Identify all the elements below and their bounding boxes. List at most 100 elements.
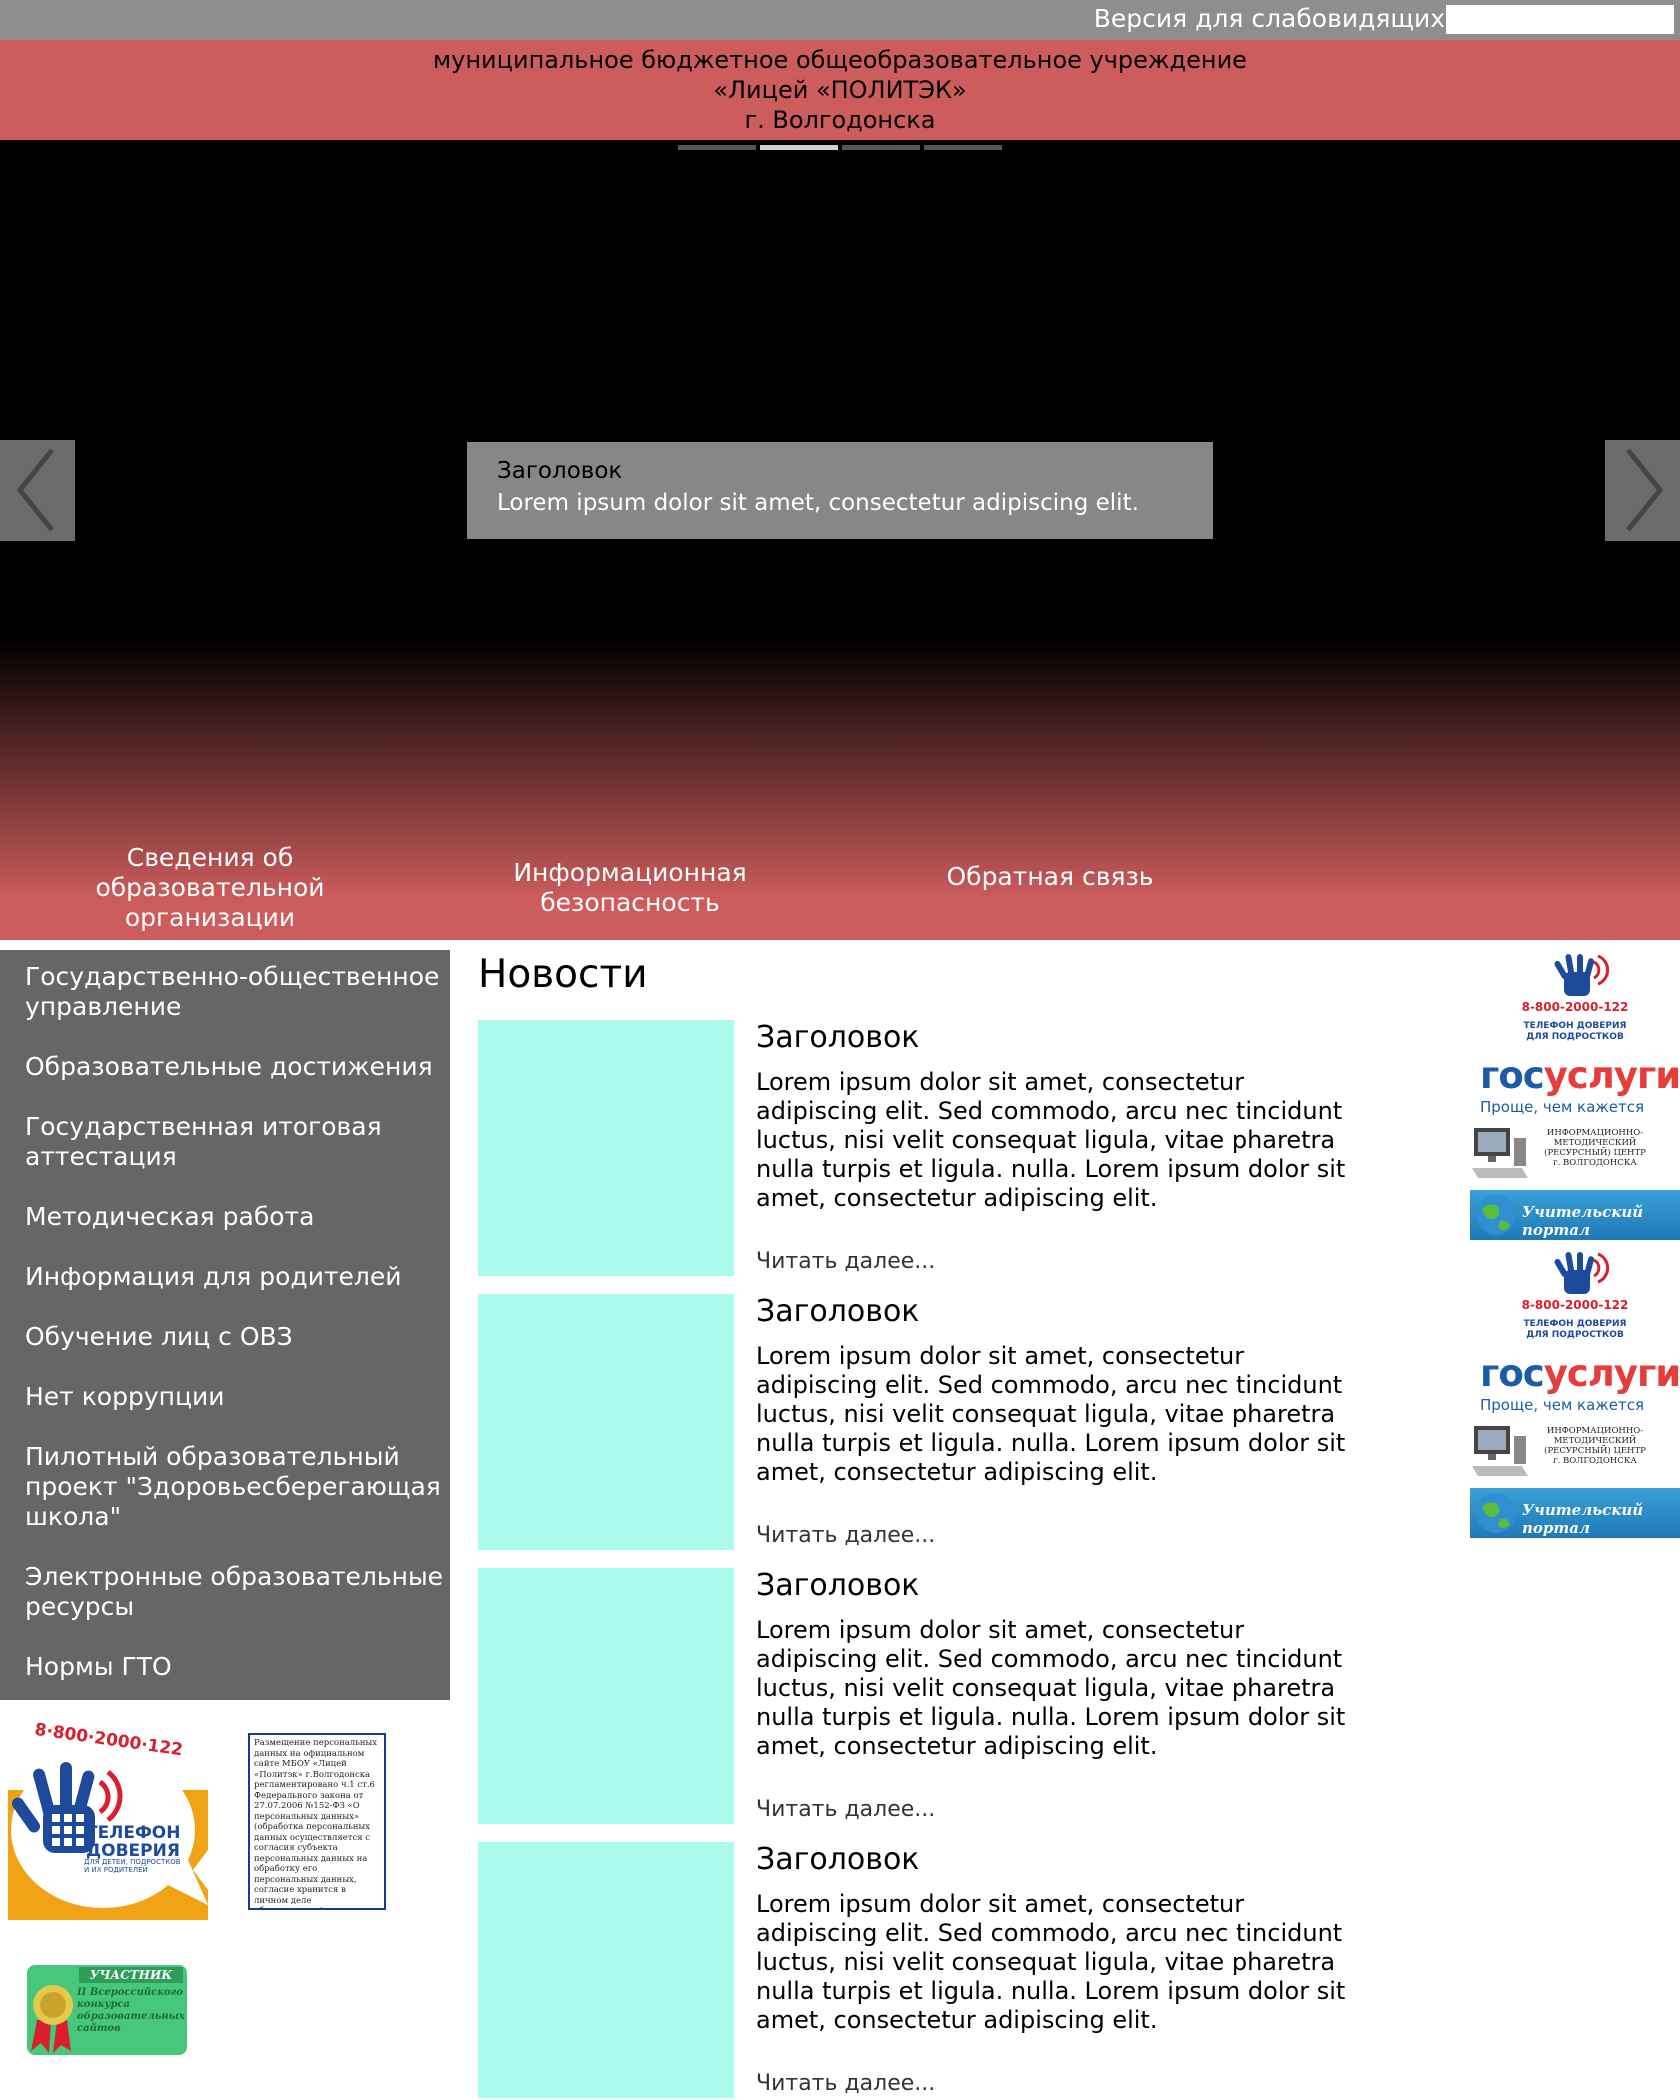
imc-line1: ИНФОРМАЦИОННО-МЕТОДИЧЕСКИЙ [1546,1426,1644,1446]
right-banner-group: 8-800-2000-122 ТЕЛЕФОН ДОВЕРИЯ ДЛЯ ПОДРО… [1470,948,1680,1240]
news-item: Заголовок Lorem ipsum dolor sit amet, co… [478,1568,1378,1824]
trust-small-line2: ДЛЯ ПОДРОСТКОВ [1526,1330,1624,1340]
sidebar-item-governance[interactable]: Государственно-общественное управление [0,962,450,1022]
slide-indicator[interactable] [924,145,1002,150]
imc-line3: г. ВОЛГОДОНСКА [1553,1456,1637,1466]
search-input[interactable] [1446,5,1674,34]
teacher-portal-label: Учительский портал [1522,1501,1644,1537]
globe-icon [1476,1195,1516,1235]
news-thumbnail[interactable] [478,1568,734,1824]
menu-item-feedback[interactable]: Обратная связь [930,862,1170,892]
menu-item-organization-info[interactable]: Сведения об образовательной организации [80,843,340,933]
trust-phone-small-banner[interactable]: 8-800-2000-122 ТЕЛЕФОН ДОВЕРИЯ ДЛЯ ПОДРО… [1470,948,1680,1048]
news-item-text: Lorem ipsum dolor sit amet, consectetur … [756,1616,1346,1760]
participant-text: II Всероссийского конкурса образовательн… [77,1987,185,2034]
imc-text: ИНФОРМАЦИОННО-МЕТОДИЧЕСКИЙ (РЕСУРСНЫЙ) Ц… [1510,1426,1680,1466]
gosuslugi-banner[interactable]: госуслуги Проще, чем кажется [1470,1346,1680,1418]
imc-line1: ИНФОРМАЦИОННО-МЕТОДИЧЕСКИЙ [1546,1128,1644,1148]
teacher-portal-banner[interactable]: Учительский портал [1470,1190,1680,1240]
slide-caption-title: Заголовок [497,458,623,484]
teacher-portal-banner[interactable]: Учительский портал [1470,1488,1680,1538]
trust-small-line1: ТЕЛЕФОН ДОВЕРИЯ [1524,1319,1627,1329]
sidebar-item-final-attestation[interactable]: Государственная итоговая аттестация [0,1112,450,1172]
news-heading: Новости [478,952,648,997]
slider-next-button[interactable] [1605,440,1680,541]
site-header: муниципальное бюджетное общеобразователь… [0,40,1680,140]
gosuslugi-logo: госуслуги [1480,1354,1680,1394]
gosuslugi-logo-part2: услуги [1543,1352,1680,1395]
news-item-title[interactable]: Заголовок [756,1294,919,1329]
trust-small-line2: ДЛЯ ПОДРОСТКОВ [1526,1032,1624,1042]
imc-banner[interactable]: ИНФОРМАЦИОННО-МЕТОДИЧЕСКИЙ (РЕСУРСНЫЙ) Ц… [1470,1418,1680,1488]
imc-line2: (РЕСУРСНЫЙ) ЦЕНТР [1544,1446,1646,1456]
school-city: г. Волгодонска [744,106,936,134]
participant-badge-icon: УЧАСТНИК II Всероссийского конкурса обра… [27,1965,187,2055]
sidebar-item-gto[interactable]: Нормы ГТО [0,1652,450,1682]
hand-phone-icon: 8-800-2000-122 ТЕЛЕФОН ДОВЕРИЯ ДЛЯ ПОДРО… [1522,954,1629,1042]
read-more-link[interactable]: Читать далее... [756,1523,935,1548]
chevron-right-icon [1626,448,1664,532]
news-item-title[interactable]: Заголовок [756,1842,919,1877]
slide-indicator[interactable] [678,145,756,150]
gosuslugi-logo: госуслуги [1480,1056,1680,1096]
hero-slider: Заголовок Lorem ipsum dolor sit amet, co… [0,140,1680,940]
news-item-text: Lorem ipsum dolor sit amet, consectetur … [756,1342,1346,1486]
sidebar-item-parents-info[interactable]: Информация для родителей [0,1262,450,1292]
sidebar-item-health-project[interactable]: Пилотный образовательный проект "Здоровь… [0,1442,450,1532]
news-item: Заголовок Lorem ipsum dolor sit amet, co… [478,1842,1378,2098]
gosuslugi-banner[interactable]: госуслуги Проще, чем кажется [1470,1048,1680,1120]
news-item: Заголовок Lorem ipsum dolor sit amet, co… [478,1294,1378,1550]
news-item-title[interactable]: Заголовок [756,1020,919,1055]
news-thumbnail[interactable] [478,1842,734,2098]
imc-line3: г. ВОЛГОДОНСКА [1553,1158,1637,1168]
trust-title-1: ТЕЛЕФОН [86,1823,180,1843]
news-item-text: Lorem ipsum dolor sit amet, consectetur … [756,1890,1346,2034]
trust-small-phone: 8-800-2000-122 [1522,1000,1629,1014]
hand-phone-icon: 8-800-2000-122 ТЕЛЕФОН ДОВЕРИЯ ДЛЯ ПОДРО… [1522,1252,1629,1340]
slider-indicators [678,145,1002,150]
trust-subtitle: ДЛЯ ДЕТЕЙ, ПОДРОСТКОВ И ИХ РОДИТЕЛЕЙ [84,1858,181,1874]
trust-small-phone: 8-800-2000-122 [1522,1298,1629,1312]
imc-text: ИНФОРМАЦИОННО-МЕТОДИЧЕСКИЙ (РЕСУРСНЫЙ) Ц… [1510,1128,1680,1168]
trust-phone-logo: 8·800·2000·122 ТЕЛЕФОН ДОВЕРИЯ ДЛЯ ДЕТЕЙ… [8,1720,208,1920]
news-thumbnail[interactable] [478,1020,734,1276]
participant-label: УЧАСТНИК [90,1968,174,1982]
chevron-left-icon [16,448,54,532]
slider-prev-button[interactable] [0,440,75,541]
globe-icon [1476,1493,1516,1533]
contest-participant-badge[interactable]: УЧАСТНИК II Всероссийского конкурса обра… [27,1965,187,2055]
slide-indicator[interactable] [842,145,920,150]
news-item-title[interactable]: Заголовок [756,1568,919,1603]
sidebar-item-special-needs[interactable]: Обучение лиц с ОВЗ [0,1322,450,1352]
imc-banner[interactable]: ИНФОРМАЦИОННО-МЕТОДИЧЕСКИЙ (РЕСУРСНЫЙ) Ц… [1470,1120,1680,1190]
trust-small-line1: ТЕЛЕФОН ДОВЕРИЯ [1524,1021,1627,1031]
gosuslugi-logo-part2: услуги [1543,1054,1680,1097]
sidebar-item-achievements[interactable]: Образовательные достижения [0,1052,450,1082]
slide-caption: Заголовок Lorem ipsum dolor sit amet, co… [467,442,1213,539]
news-item-text: Lorem ipsum dolor sit amet, consectetur … [756,1068,1346,1212]
news-item: Заголовок Lorem ipsum dolor sit amet, co… [478,1020,1378,1276]
read-more-link[interactable]: Читать далее... [756,1797,935,1822]
gosuslugi-logo-part1: гос [1480,1352,1545,1395]
trust-phone-small-banner[interactable]: 8-800-2000-122 ТЕЛЕФОН ДОВЕРИЯ ДЛЯ ПОДРО… [1470,1246,1680,1346]
slide-indicator-active[interactable] [760,145,838,150]
gosuslugi-logo-part1: гос [1480,1054,1545,1097]
right-banner-group: 8-800-2000-122 ТЕЛЕФОН ДОВЕРИЯ ДЛЯ ПОДРО… [1470,1246,1680,1538]
news-thumbnail[interactable] [478,1294,734,1550]
menu-item-info-security[interactable]: Информационная безопасность [490,858,770,918]
school-name: «Лицей «ПОЛИТЭК» [713,76,967,104]
visually-impaired-link[interactable]: Версия для слабовидящих [1094,4,1445,33]
sidebar-item-methodical-work[interactable]: Методическая работа [0,1202,450,1232]
gosuslugi-tagline: Проще, чем кажется [1480,1098,1645,1116]
imc-line2: (РЕСУРСНЫЙ) ЦЕНТР [1544,1148,1646,1158]
school-type: муниципальное бюджетное общеобразователь… [433,46,1247,74]
teacher-portal-label: Учительский портал [1522,1203,1644,1239]
sidebar-item-e-resources[interactable]: Электронные образовательные ресурсы [0,1562,450,1622]
personal-data-notice[interactable]: Размещение персональных данных на официа… [248,1733,386,1910]
read-more-link[interactable]: Читать далее... [756,1249,935,1274]
sidebar-nav: Государственно-общественное управление О… [0,950,450,1700]
trust-phone-banner[interactable]: 8·800·2000·122 ТЕЛЕФОН ДОВЕРИЯ ДЛЯ ДЕТЕЙ… [8,1720,208,1920]
sidebar-item-anti-corruption[interactable]: Нет коррупции [0,1382,450,1412]
read-more-link[interactable]: Читать далее... [756,2071,935,2096]
slide-caption-text: Lorem ipsum dolor sit amet, consectetur … [497,490,1139,516]
